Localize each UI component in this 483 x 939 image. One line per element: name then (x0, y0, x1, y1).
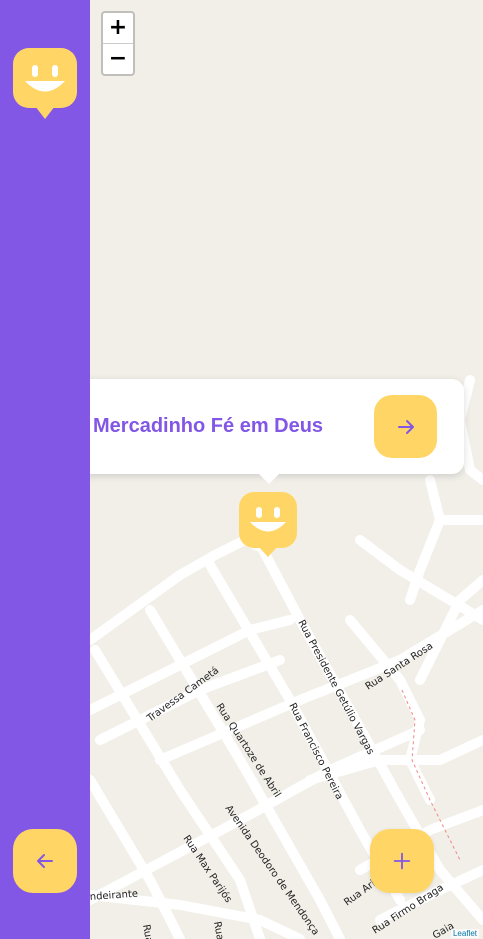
logo-smiley-icon (13, 48, 77, 119)
zoom-out-button[interactable]: − (103, 43, 133, 74)
open-details-button[interactable] (374, 395, 437, 458)
map-marker-icon[interactable] (239, 492, 297, 558)
map-attribution[interactable]: Leaflet (450, 929, 479, 938)
sidebar (0, 0, 90, 939)
street-label: Rua (140, 924, 154, 939)
popup-tip (258, 473, 280, 484)
zoom-control: + − (101, 11, 135, 76)
plus-icon (393, 852, 411, 870)
location-popup: Mercadinho Fé em Deus (60, 379, 464, 474)
popup-title: Mercadinho Fé em Deus (93, 415, 324, 437)
zoom-in-button[interactable]: + (103, 13, 133, 43)
arrow-left-icon (37, 854, 53, 868)
add-location-button[interactable] (370, 829, 434, 893)
back-button[interactable] (13, 829, 77, 893)
arrow-right-icon (397, 419, 414, 434)
